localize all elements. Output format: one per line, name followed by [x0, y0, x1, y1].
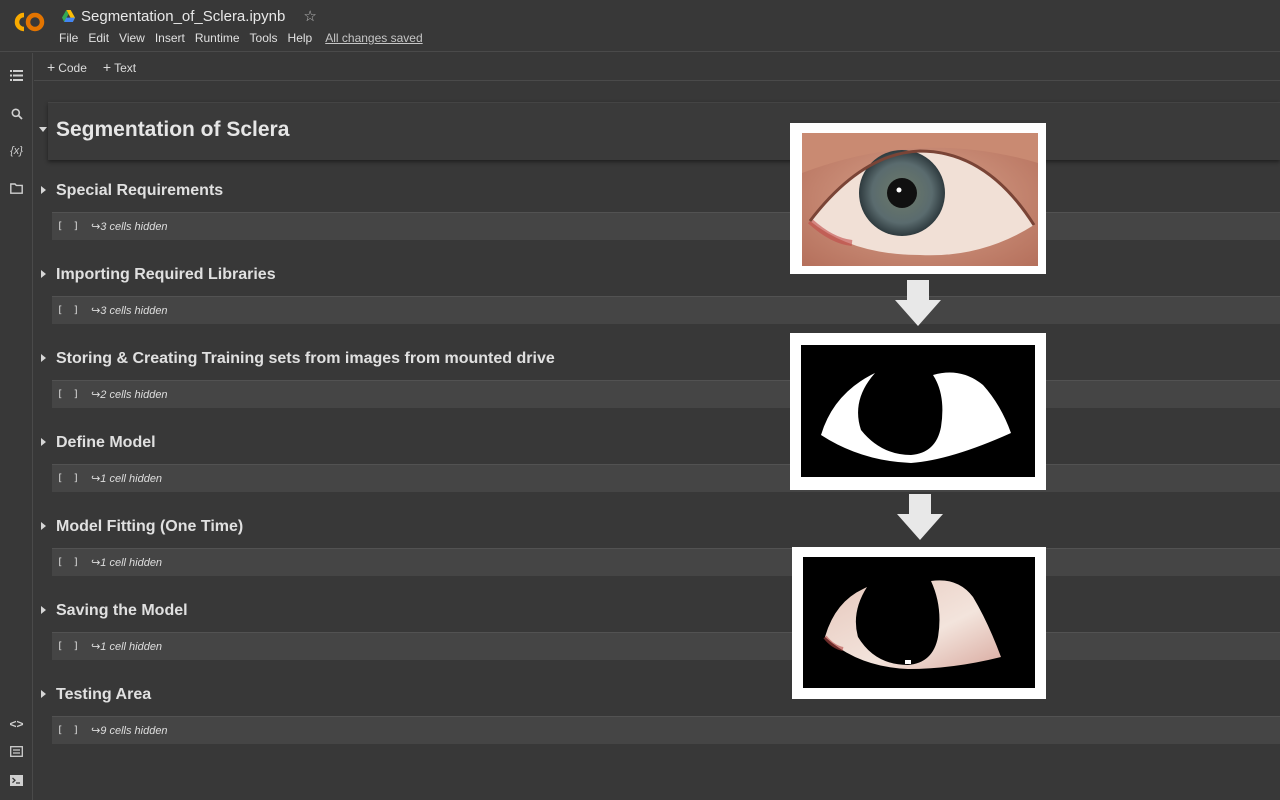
segmented-sclera [803, 557, 1035, 688]
section-title: Special Requirements [56, 182, 224, 199]
add-text-button[interactable]: + Text [103, 59, 136, 75]
menu-file[interactable]: File [59, 31, 83, 45]
expand-caret-icon[interactable] [41, 606, 46, 614]
menu-tools[interactable]: Tools [250, 31, 283, 45]
google-drive-icon [62, 10, 75, 22]
cell-bracket: [ ] [57, 557, 82, 568]
section-title: Saving the Model [56, 602, 188, 619]
section-title: Testing Area [56, 686, 152, 703]
notebook-title[interactable]: Segmentation_of_Sclera.ipynb [81, 8, 285, 25]
expand-caret-icon[interactable] [41, 690, 46, 698]
expand-caret-icon[interactable] [41, 186, 46, 194]
plus-icon: + [47, 58, 56, 75]
sclera-mask [801, 345, 1035, 477]
hidden-cells-bar[interactable]: [ ] ↪ 2 cells hidden [52, 380, 1280, 408]
page-title: Segmentation of Sclera [56, 118, 290, 141]
hidden-arrow-icon: ↪ [91, 557, 101, 569]
menu-edit[interactable]: Edit [88, 31, 114, 45]
down-arrow-icon [897, 494, 943, 540]
cell-bracket: [ ] [57, 473, 82, 484]
down-arrow-icon [895, 280, 941, 326]
hidden-cells-bar[interactable]: [ ] ↪ 3 cells hidden [52, 212, 1280, 240]
hidden-count: 1 cell hidden [100, 472, 163, 485]
cell-bracket: [ ] [57, 725, 82, 736]
toc-icon[interactable] [8, 67, 25, 84]
command-palette-icon[interactable] [8, 743, 25, 760]
cell-bracket: [ ] [57, 305, 82, 316]
left-rail: {x} <> [0, 53, 33, 800]
hidden-arrow-icon: ↪ [91, 389, 101, 401]
section-title: Model Fitting (One Time) [56, 518, 244, 535]
hidden-arrow-icon: ↪ [91, 725, 101, 737]
hidden-count: 1 cell hidden [100, 640, 163, 653]
expand-caret-icon[interactable] [41, 354, 46, 362]
eye-photo [802, 133, 1038, 266]
expand-caret-icon[interactable] [41, 522, 46, 530]
mask-frame [790, 333, 1046, 490]
hidden-cells-bar[interactable]: [ ] ↪ 1 cell hidden [52, 632, 1280, 660]
code-snippets-icon[interactable]: <> [8, 715, 25, 732]
section-title: Importing Required Libraries [56, 266, 276, 283]
hidden-arrow-icon: ↪ [91, 641, 101, 653]
folder-icon[interactable] [8, 180, 25, 197]
terminal-icon[interactable] [8, 772, 25, 789]
cell-bracket: [ ] [57, 641, 82, 652]
cell-bracket: [ ] [57, 221, 82, 232]
menu-help[interactable]: Help [288, 31, 318, 45]
notebook-area: Segmentation of Sclera Special Requireme… [34, 82, 1280, 800]
add-code-button[interactable]: + Code [47, 59, 87, 75]
notebook-toolbar: + Code + Text [34, 53, 1280, 81]
cell-bracket: [ ] [57, 389, 82, 400]
header: Segmentation_of_Sclera.ipynb ☆ File Edit… [0, 0, 1280, 52]
add-text-label: Text [114, 60, 137, 75]
hidden-cells-bar[interactable]: [ ] ↪ 3 cells hidden [52, 296, 1280, 324]
eye-photo-frame [790, 123, 1046, 274]
hidden-count: 9 cells hidden [100, 724, 168, 737]
menu-bar: File Edit View Insert Runtime Tools Help… [59, 31, 433, 45]
hidden-count: 3 cells hidden [100, 304, 168, 317]
expand-caret-icon[interactable] [41, 270, 46, 278]
colab-logo[interactable] [12, 10, 46, 34]
expand-caret-icon[interactable] [41, 438, 46, 446]
hidden-count: 2 cells hidden [100, 388, 168, 401]
menu-view[interactable]: View [119, 31, 150, 45]
menu-runtime[interactable]: Runtime [195, 31, 245, 45]
section-title: Storing & Creating Training sets from im… [56, 350, 555, 367]
hidden-count: 3 cells hidden [100, 220, 168, 233]
hidden-arrow-icon: ↪ [91, 473, 101, 485]
hidden-cells-bar[interactable]: [ ] ↪ 1 cell hidden [52, 548, 1280, 576]
variables-icon[interactable]: {x} [8, 142, 25, 159]
search-icon[interactable] [8, 105, 25, 122]
segmented-frame [792, 547, 1046, 699]
hidden-cells-bar[interactable]: [ ] ↪ 1 cell hidden [52, 464, 1280, 492]
collapse-caret-icon[interactable] [39, 127, 47, 132]
plus-icon: + [102, 58, 112, 75]
menu-insert[interactable]: Insert [155, 31, 190, 45]
hidden-arrow-icon: ↪ [91, 221, 101, 233]
save-status[interactable]: All changes saved [325, 31, 427, 45]
section-title: Define Model [56, 434, 156, 451]
hidden-cells-bar[interactable]: [ ] ↪ 9 cells hidden [52, 716, 1280, 744]
add-code-label: Code [58, 60, 87, 75]
hidden-count: 1 cell hidden [100, 556, 163, 569]
star-icon[interactable]: ☆ [303, 7, 316, 25]
hidden-arrow-icon: ↪ [91, 305, 101, 317]
